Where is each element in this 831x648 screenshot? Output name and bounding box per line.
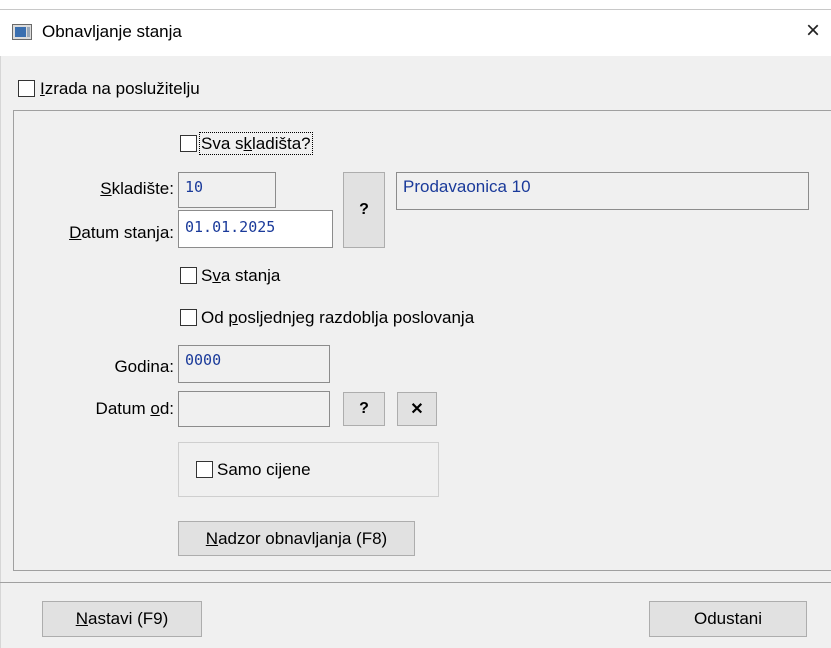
state-date-label: Datum stanja: [69, 223, 174, 242]
bottom-separator [0, 582, 831, 583]
close-button[interactable]: × [795, 14, 831, 48]
window-title: Obnavljanje stanja [42, 22, 182, 41]
cancel-button[interactable]: Odustani [649, 601, 807, 637]
date-from-field[interactable] [178, 391, 330, 427]
from-last-period-checkbox[interactable] [180, 309, 197, 326]
date-from-lookup-button[interactable]: ? [343, 392, 385, 426]
warehouse-code-field[interactable]: 10 [178, 172, 276, 208]
warehouse-name-field: Prodavaonica 10 [396, 172, 809, 210]
parent-window-strip [0, 0, 831, 10]
all-states-checkbox[interactable] [180, 267, 197, 284]
app-window-icon [12, 24, 32, 40]
all-states-label[interactable]: Sva stanja [201, 265, 280, 287]
server-build-label[interactable]: Izrada na poslužitelju [40, 78, 200, 100]
prices-only-checkbox[interactable] [196, 461, 213, 478]
from-last-period-label[interactable]: Od posljednjeg razdoblja poslovanja [201, 307, 474, 329]
warehouse-label: Skladište: [100, 179, 174, 198]
year-field[interactable]: 0000 [178, 345, 330, 383]
date-from-label: Datum od: [95, 399, 174, 418]
date-from-clear-button[interactable]: ✕ [397, 392, 437, 426]
year-label: Godina: [114, 357, 174, 376]
monitor-refresh-button[interactable]: Nadzor obnavljanja (F8) [178, 521, 415, 556]
server-build-checkbox[interactable] [18, 80, 35, 97]
continue-button[interactable]: Nastavi (F9) [42, 601, 202, 637]
prices-only-label[interactable]: Samo cijene [217, 459, 311, 481]
all-warehouses-checkbox[interactable] [180, 135, 197, 152]
warehouse-lookup-button[interactable]: ? [343, 172, 385, 248]
state-date-field[interactable]: 01.01.2025 [178, 210, 333, 248]
all-warehouses-label[interactable]: Sva skladišta? [199, 132, 313, 155]
